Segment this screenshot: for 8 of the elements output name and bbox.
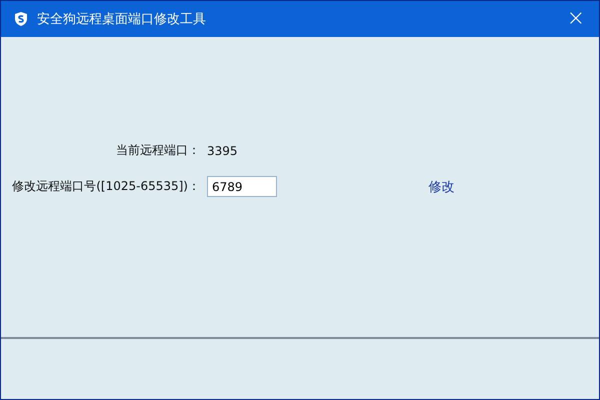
port-input-field[interactable]: 6789 (207, 176, 277, 197)
current-port-value: 3395 (207, 144, 238, 158)
close-button[interactable]: × (562, 8, 589, 30)
window-title: 安全狗远程桌面端口修改工具 (37, 11, 207, 28)
current-port-label: 当前远程端口： (116, 142, 200, 159)
new-port-label: 修改远程端口号([1025-65535])： (12, 178, 200, 195)
shield-logo-icon (13, 11, 29, 27)
change-link[interactable]: 修改 (428, 178, 454, 196)
